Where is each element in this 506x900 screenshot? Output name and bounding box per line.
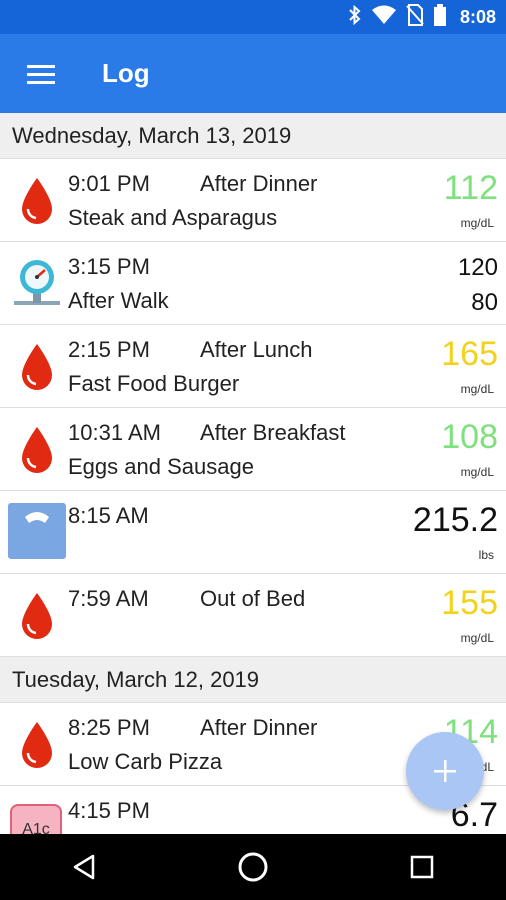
entry-time: 4:15 PM (68, 798, 150, 823)
status-time: 8:08 (459, 6, 496, 27)
entry-time: 8:25 PM (68, 715, 150, 740)
glucose-value: 165 (441, 335, 498, 373)
home-circle-icon (238, 852, 268, 882)
glucose-value: 155 (441, 584, 498, 622)
date-header: Wednesday, March 13, 2019 (0, 113, 506, 159)
log-entry[interactable]: 2:15 PM After Lunch Fast Food Burger 165… (0, 325, 506, 408)
entry-tag: After Lunch (200, 337, 313, 362)
navigation-bar (0, 834, 506, 900)
entry-note: After Walk (68, 288, 169, 313)
entry-time: 8:15 AM (68, 503, 149, 528)
glucose-unit: mg/dL (460, 216, 494, 230)
log-entry[interactable]: 10:31 AM After Breakfast Eggs and Sausag… (0, 408, 506, 491)
entry-time: 2:15 PM (68, 337, 150, 362)
entry-note: Steak and Asparagus (68, 205, 278, 230)
blood-drop-icon (10, 715, 64, 775)
status-bar: 8:08 (0, 0, 506, 34)
entry-time: 3:15 PM (68, 254, 150, 279)
entry-tag: After Dinner (200, 171, 318, 196)
menu-button[interactable] (0, 34, 82, 113)
log-list[interactable]: Wednesday, March 13, 2019 9:01 PM After … (0, 113, 506, 834)
a1c-label: A1c (10, 804, 62, 834)
a1c-icon: A1c (8, 802, 64, 834)
entry-note: Fast Food Burger (68, 371, 240, 396)
blood-drop-icon (10, 337, 64, 397)
battery-icon (433, 3, 446, 31)
log-entry[interactable]: 9:01 PM After Dinner Steak and Asparagus… (0, 159, 506, 242)
entry-time: 7:59 AM (68, 586, 149, 611)
date-header: Tuesday, March 12, 2019 (0, 657, 506, 703)
entry-time: 9:01 PM (68, 171, 150, 196)
home-button[interactable] (218, 834, 288, 900)
page-title: Log (102, 58, 150, 88)
systolic-value: 120 (457, 254, 498, 281)
blood-pressure-gauge-icon (10, 254, 64, 314)
entry-note: Eggs and Sausage (68, 454, 254, 479)
app-bar: Log (0, 34, 506, 113)
add-entry-button[interactable] (406, 732, 484, 810)
glucose-unit: mg/dL (460, 465, 494, 479)
recents-square-icon (410, 855, 433, 879)
entry-time: 10:31 AM (68, 420, 161, 445)
glucose-value: 108 (441, 418, 498, 456)
recents-button[interactable] (387, 834, 457, 900)
no-sim-icon (406, 3, 424, 31)
entry-tag: Out of Bed (200, 586, 306, 611)
blood-drop-icon (10, 420, 64, 480)
glucose-value: 112 (443, 169, 498, 207)
blood-drop-icon (10, 171, 64, 231)
back-button[interactable] (49, 834, 119, 900)
bluetooth-icon (348, 4, 362, 30)
blood-drop-icon (10, 586, 64, 646)
log-entry[interactable]: 7:59 AM Out of Bed 155 mg/dL (0, 574, 506, 657)
glucose-unit: mg/dL (460, 631, 494, 645)
diastolic-value: 80 (471, 289, 498, 316)
log-entry[interactable]: 3:15 PM After Walk 120 80 (0, 242, 506, 325)
glucose-unit: mg/dL (460, 382, 494, 396)
log-entry[interactable]: 8:15 AM 215.2 lbs (0, 491, 506, 574)
entry-tag: After Breakfast (200, 420, 346, 445)
hamburger-menu-icon (27, 64, 55, 84)
plus-icon (434, 760, 456, 782)
back-triangle-icon (74, 854, 95, 880)
weight-unit: lbs (478, 548, 494, 562)
weight-scale-icon (8, 503, 66, 559)
entry-note: Low Carb Pizza (68, 749, 223, 774)
wifi-icon (371, 5, 396, 30)
entry-tag: After Dinner (200, 715, 318, 740)
weight-value: 215.2 (412, 501, 498, 539)
